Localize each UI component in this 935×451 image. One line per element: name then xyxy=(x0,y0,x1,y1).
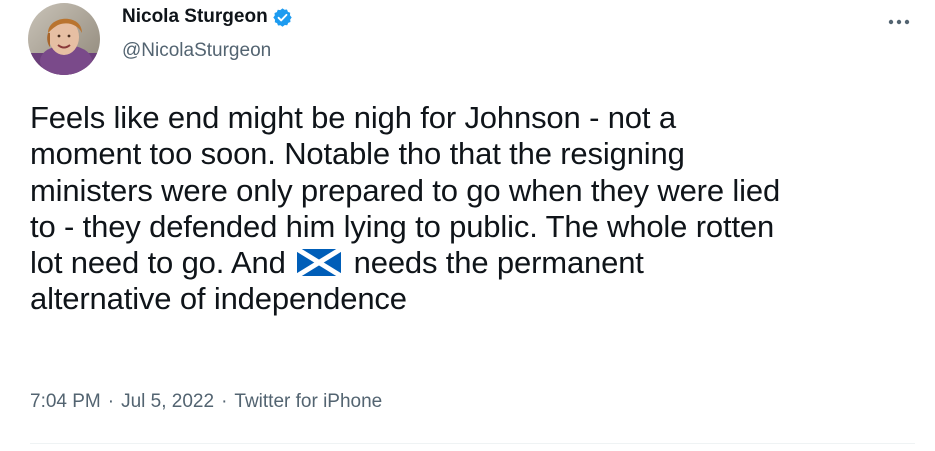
tweet-text-line: Feels like end might be nigh for Johnson… xyxy=(30,100,676,135)
divider xyxy=(30,443,915,444)
tweet-source-link[interactable]: Twitter for iPhone xyxy=(234,391,382,413)
profile-photo xyxy=(28,3,100,75)
author-handle[interactable]: @NicolaSturgeon xyxy=(122,40,271,62)
display-name[interactable]: Nicola Sturgeon xyxy=(122,6,268,28)
tweet-text-line: alternative of independence xyxy=(30,281,407,317)
timestamp-time-link[interactable]: 7:04 PM xyxy=(30,391,101,413)
tweet-card: Nicola Sturgeon @NicolaSturgeon Feels li… xyxy=(0,0,935,451)
tweet-text-segment: needs the permanent xyxy=(345,245,644,281)
tweet-text: Feels like end might be nigh for Johnson… xyxy=(30,100,920,318)
verified-badge-icon xyxy=(272,7,293,28)
scotland-flag-icon xyxy=(295,247,343,279)
tweet-text-line: ministers were only prepared to go when … xyxy=(30,172,781,208)
timestamp-date-link[interactable]: Jul 5, 2022 xyxy=(121,391,214,413)
avatar[interactable] xyxy=(28,3,100,75)
tweet-text-line: moment too soon. Notable tho that the re… xyxy=(30,136,685,172)
more-options-icon[interactable] xyxy=(883,10,915,34)
tweet-text-line: to - they defended him lying to public. … xyxy=(30,208,775,244)
meta-separator: · xyxy=(107,391,115,412)
tweet-text-segment: lot need to go. And xyxy=(30,245,295,281)
tweet-meta: 7:04 PM · Jul 5, 2022 · Twitter for iPho… xyxy=(30,391,382,413)
meta-separator: · xyxy=(221,391,228,412)
tweet-text-line: lot need to go. And needs the permanent xyxy=(30,245,920,281)
author-name-row: Nicola Sturgeon xyxy=(122,6,293,28)
